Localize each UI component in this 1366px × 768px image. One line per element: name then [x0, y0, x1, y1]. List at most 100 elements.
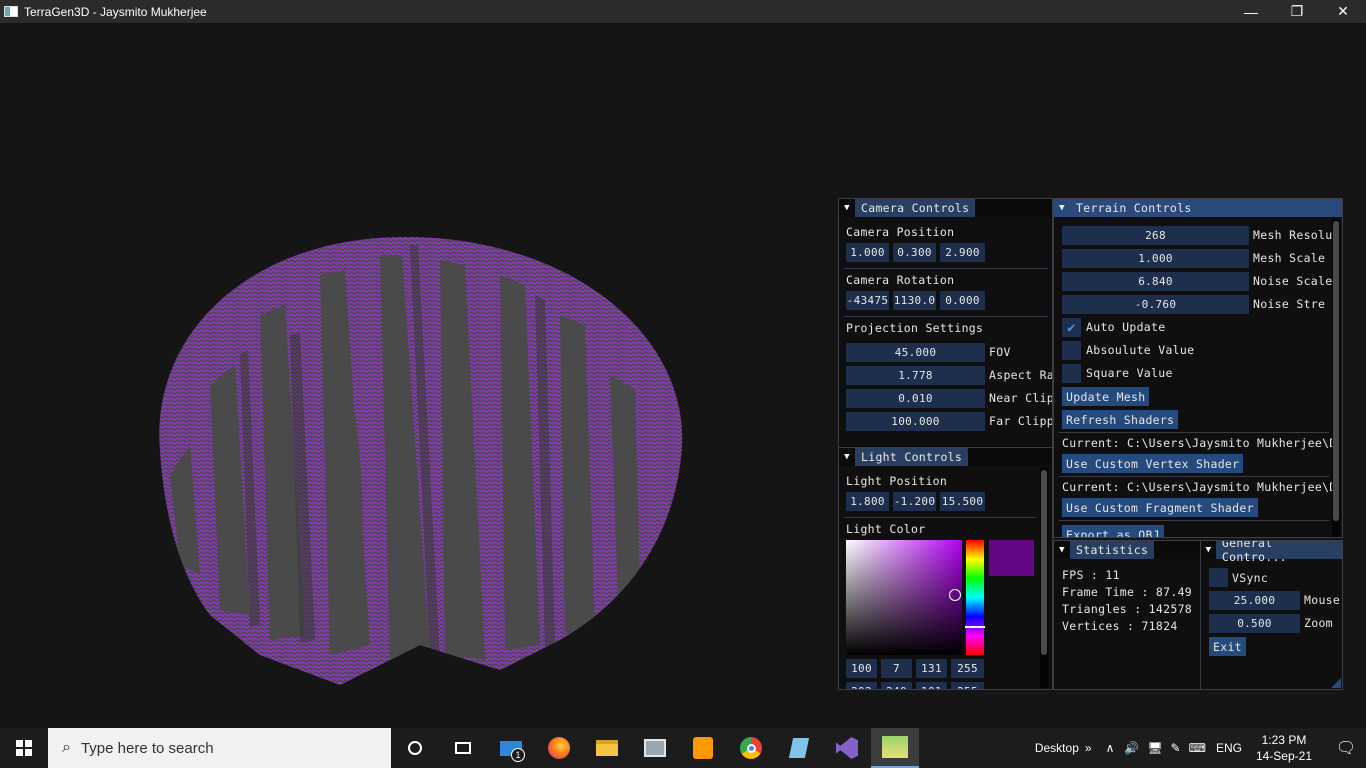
projection-settings-label: Projection Settings	[846, 321, 984, 335]
square-value-label: Square Value	[1086, 366, 1173, 380]
camera-position-z-field[interactable]: 2.900	[940, 243, 985, 262]
minimize-button[interactable]: —	[1228, 0, 1274, 23]
vertex-shader-path: Current: C:\Users\Jaysmito Mukherjee\D	[1062, 436, 1337, 450]
fov-slider[interactable]: 45.000	[846, 343, 985, 362]
color-b-field[interactable]: 131	[916, 659, 947, 678]
mouse-sensitivity-slider[interactable]: 25.000	[1209, 591, 1300, 610]
divider	[844, 268, 1048, 269]
light-position-z-field[interactable]: 15.500	[940, 492, 985, 511]
terrain-controls-title[interactable]: Terrain Controls	[1070, 199, 1198, 217]
noise-strength-slider[interactable]: -0.760	[1062, 295, 1249, 314]
start-button[interactable]	[0, 728, 48, 768]
terragen-icon[interactable]	[871, 728, 919, 768]
statistics-title[interactable]: Statistics	[1070, 541, 1155, 559]
auto-update-checkbox[interactable]: ✔	[1062, 318, 1081, 337]
near-clip-slider[interactable]: 0.010	[846, 389, 985, 408]
color-v-field[interactable]: 101	[916, 682, 947, 689]
general-controls-title[interactable]: General Contro...	[1215, 541, 1342, 564]
firefox-icon[interactable]	[535, 728, 583, 768]
app-icon	[4, 6, 18, 17]
light-controls-window: ▼ Light Controls Light Position 1.800 -1.…	[838, 447, 1053, 690]
light-controls-scrollbar[interactable]	[1040, 468, 1048, 688]
hue-marker-icon	[965, 626, 985, 628]
visual-studio-icon[interactable]	[823, 728, 871, 768]
task-view-icon[interactable]	[439, 728, 487, 768]
color-s-field[interactable]: 240	[881, 682, 912, 689]
camera-rotation-z-field[interactable]: 0.000	[940, 291, 985, 310]
light-controls-title[interactable]: Light Controls	[855, 448, 969, 466]
resize-grip-icon[interactable]	[1331, 678, 1341, 688]
maximize-button[interactable]: ❐	[1274, 0, 1320, 23]
far-clip-slider[interactable]: 100.000	[846, 412, 985, 431]
volume-icon[interactable]: 🔊	[1124, 741, 1139, 755]
collapse-arrow-icon[interactable]: ▼	[1054, 199, 1070, 217]
square-value-checkbox[interactable]	[1062, 364, 1081, 383]
color-alpha-field[interactable]: 255	[951, 682, 984, 689]
close-button[interactable]: ✕	[1320, 0, 1366, 23]
noise-scale-slider[interactable]: 6.840	[1062, 272, 1249, 291]
export-obj-button[interactable]: Export as OBJ	[1062, 525, 1164, 537]
toolbar-chevron-icon[interactable]: »	[1085, 741, 1092, 755]
camera-position-y-field[interactable]: 0.300	[893, 243, 936, 262]
aspect-ratio-slider[interactable]: 1.778	[846, 366, 985, 385]
use-custom-vertex-shader-button[interactable]: Use Custom Vertex Shader	[1062, 454, 1244, 473]
collapse-arrow-icon[interactable]: ▼	[1054, 541, 1070, 559]
use-custom-fragment-shader-button[interactable]: Use Custom Fragment Shader	[1062, 498, 1258, 517]
color-preview-swatch[interactable]	[989, 540, 1034, 576]
light-position-y-field[interactable]: -1.200	[893, 492, 936, 511]
clock-time: 1:23 PM	[1261, 733, 1307, 747]
clock[interactable]: 1:23 PM 14-Sep-21	[1256, 732, 1312, 764]
search-icon: ⌕	[62, 739, 71, 756]
vsync-checkbox[interactable]	[1209, 568, 1228, 587]
file-explorer-icon[interactable]	[583, 728, 631, 768]
notifications-icon[interactable]: 🗨	[1326, 728, 1366, 768]
light-position-label: Light Position	[846, 474, 948, 488]
camera-rotation-label: Camera Rotation	[846, 273, 955, 287]
camera-controls-window: ▼ Camera Controls Camera Position 1.000 0…	[838, 198, 1053, 448]
pen-icon[interactable]: ✎	[1171, 741, 1181, 755]
fov-label: FOV	[989, 345, 1011, 359]
show-hidden-icons-icon[interactable]: ∧	[1106, 741, 1115, 755]
cortana-icon[interactable]	[391, 728, 439, 768]
color-r-field[interactable]: 100	[846, 659, 877, 678]
camera-rotation-y-field[interactable]: 1130.0	[893, 291, 936, 310]
collapse-arrow-icon[interactable]: ▼	[839, 199, 855, 217]
keyboard-icon[interactable]: ⌨	[1189, 741, 1206, 755]
system-tray: Desktop » ∧ 🔊 🖥 ✎ ⌨ ENG 1:23 PM 14-Sep-2…	[1035, 728, 1366, 768]
search-box[interactable]: ⌕ Type here to search	[48, 728, 391, 768]
camera-position-label: Camera Position	[846, 225, 955, 239]
mesh-resolution-slider[interactable]: 268	[1062, 226, 1249, 245]
color-picker-sv-square[interactable]	[846, 540, 962, 655]
sublime-icon[interactable]	[679, 728, 727, 768]
notepad-icon[interactable]	[775, 728, 823, 768]
fragment-shader-path: Current: C:\Users\Jaysmito Mukherjee\D	[1062, 480, 1337, 494]
zoom-slider[interactable]: 0.500	[1209, 614, 1300, 633]
color-h-field[interactable]: 202	[846, 682, 877, 689]
hue-bar[interactable]	[965, 540, 985, 655]
mail-icon[interactable]: 1	[487, 728, 535, 768]
absolute-value-checkbox[interactable]	[1062, 341, 1081, 360]
light-position-x-field[interactable]: 1.800	[846, 492, 889, 511]
chrome-icon[interactable]	[727, 728, 775, 768]
language-indicator[interactable]: ENG	[1216, 741, 1242, 755]
network-icon[interactable]: 🖥	[1147, 741, 1162, 755]
photos-icon[interactable]	[631, 728, 679, 768]
collapse-arrow-icon[interactable]: ▼	[839, 448, 855, 466]
general-controls-window: ▼ General Contro... VSync 25.000 Mouse 0.…	[1200, 540, 1343, 690]
refresh-shaders-button[interactable]: Refresh Shaders	[1062, 410, 1179, 429]
desktop-toolbar[interactable]: Desktop	[1035, 741, 1079, 755]
divider	[1059, 432, 1329, 433]
camera-rotation-x-field[interactable]: -43475	[846, 291, 889, 310]
near-clip-label: Near Clip	[989, 391, 1053, 405]
absolute-value-label: Absoulute Value	[1086, 343, 1195, 357]
terrain-controls-scrollbar[interactable]	[1332, 219, 1340, 537]
collapse-arrow-icon[interactable]: ▼	[1201, 541, 1216, 559]
auto-update-label: Auto Update	[1086, 320, 1166, 334]
camera-position-x-field[interactable]: 1.000	[846, 243, 889, 262]
exit-button[interactable]: Exit	[1209, 637, 1246, 656]
color-a-field[interactable]: 255	[951, 659, 984, 678]
mesh-scale-slider[interactable]: 1.000	[1062, 249, 1249, 268]
update-mesh-button[interactable]: Update Mesh	[1062, 387, 1150, 406]
color-g-field[interactable]: 7	[881, 659, 912, 678]
camera-controls-title[interactable]: Camera Controls	[855, 199, 976, 217]
